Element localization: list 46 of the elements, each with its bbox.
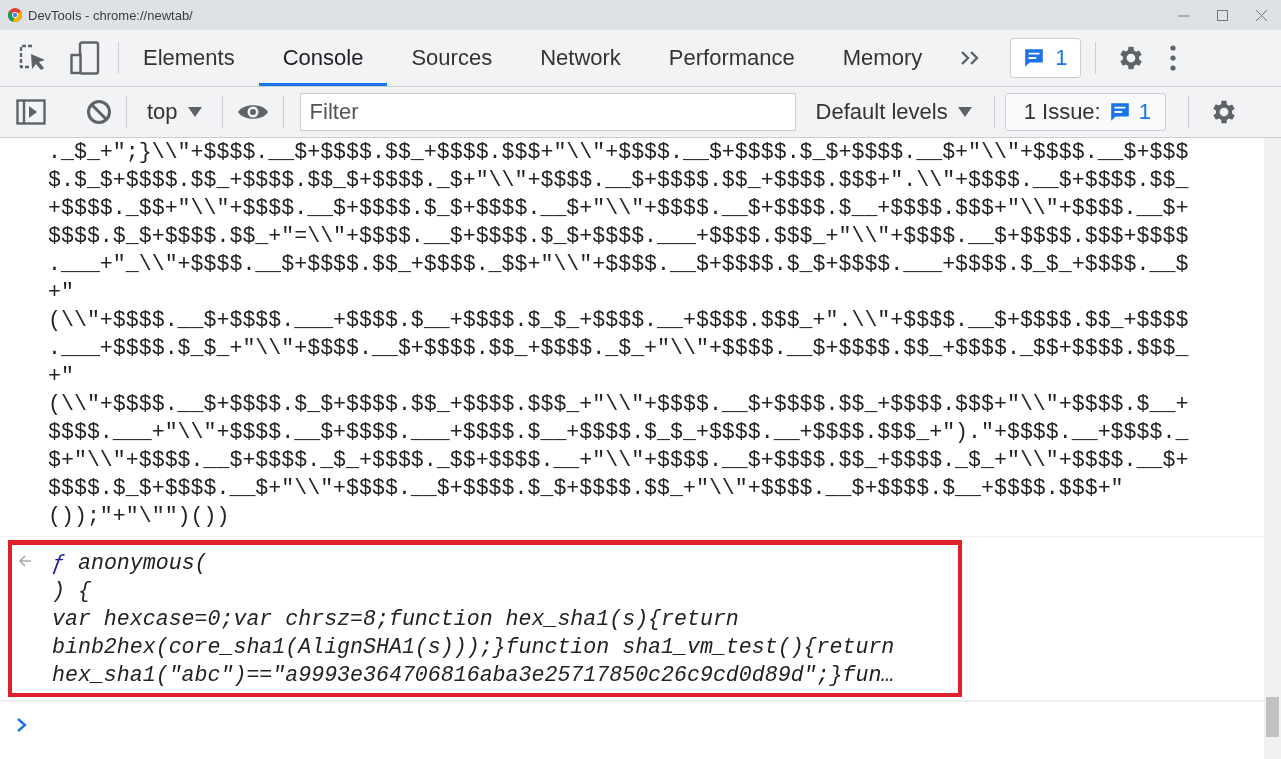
caret-icon bbox=[187, 107, 202, 117]
panel-tab[interactable]: Memory bbox=[818, 30, 947, 86]
console-log-line: +" bbox=[48, 363, 74, 390]
panel-tab[interactable]: Network bbox=[516, 30, 645, 86]
console-log-line: .___+$$$$.$_$_+"\\"+$$$$.__$+$$$$.$$_+$$$$._$_+"\\"+$$$$.__$+$$$$.$$_+$$$$._$$+$$$$.$$$_ bbox=[48, 335, 1189, 362]
result-code-line: ) { bbox=[52, 579, 91, 603]
result-code-line: hex_sha1("abc")=="a9993e364706816aba3e25717850c26c9cd0d89d";}fun… bbox=[52, 663, 895, 687]
browser-logo-icon bbox=[8, 8, 22, 22]
caret-icon bbox=[957, 107, 972, 117]
result-code-line: anonymous( bbox=[77, 551, 208, 575]
close-icon[interactable] bbox=[1256, 9, 1267, 21]
console-log-line: (\\"+$$$$.__$+$$$$.$_$+$$$$.$$_+$$$$.$$$_+"\\"+$$$$.__$+$$$$.$$_+$$$$.$$$+"\\"+$$$$.$__+ bbox=[48, 391, 1189, 418]
result-arrow-icon bbox=[18, 555, 32, 567]
window-title: DevTools - chrome://newtab/ bbox=[28, 7, 194, 23]
more-tabs-icon[interactable] bbox=[960, 50, 981, 66]
more-options-icon[interactable] bbox=[1169, 45, 1176, 71]
console-log-line: $$$$.$_$+$$$$.__$+"\\"+$$$$.__$+$$$$.$_$+$$$$.$$_+"\\"+$$$$.__$+$$$$.$__+$$$$.$$$+" bbox=[48, 475, 1124, 502]
prompt-chevron-icon[interactable] bbox=[16, 718, 28, 732]
levels-dropdown[interactable]: Default levels bbox=[809, 99, 978, 125]
scrollbar[interactable] bbox=[1264, 138, 1281, 759]
console-log-line: ._$_+";}\\"+$$$$.__$+$$$$.$$_+$$$$.$$$+"\\"+$$$$.__$+$$$$.$_$+$$$$.__$+"\\"+$$$$.__$+$$$ bbox=[48, 139, 1189, 166]
sidebar-toggle-icon[interactable] bbox=[16, 99, 46, 125]
console-log-line: $$$$.$_$+$$$$.$$_+"=\\"+$$$$.__$+$$$$.$_$+$$$$.___+$$$$.$$$_+"\\"+$$$$.__$+$$$$.$$$+$$$$ bbox=[48, 223, 1189, 250]
message-icon bbox=[1108, 101, 1131, 123]
console-log-line: $+"\\"+$$$$.__$+$$$$._$_+$$$$._$$+$$$$.__+"\\"+$$$$.__$+$$$$.$$_+$$$$._$_+"\\"+$$$$.__$+ bbox=[48, 447, 1189, 474]
issues-button[interactable]: 1 Issue: 1 bbox=[1004, 93, 1166, 131]
console-log-line: +" bbox=[48, 279, 74, 306]
result-code-line: binb2hex(core_sha1(AlignSHA1(s)));}function sha1_vm_test(){return bbox=[52, 635, 895, 659]
console-log-line: (\\"+$$$$.__$+$$$$.___+$$$$.$__+$$$$.$_$_+$$$$.__+$$$$.$$$_+".\\"+$$$$.__$+$$$$.$$_+$$$$ bbox=[48, 307, 1189, 334]
maximize-icon[interactable] bbox=[1217, 9, 1228, 21]
panel-tab[interactable]: Elements bbox=[119, 30, 259, 86]
function-keyword: ƒ bbox=[52, 551, 65, 575]
console-log-line: $$$$.___+"\\"+$$$$.__$+$$$$.___+$$$$.$__+$$$$.$_$_+$$$$.__+$$$$.$$$_+")."+$$$$.__+$$$$._ bbox=[48, 419, 1189, 446]
result-code-line: var hexcase=0;var chrsz=8;function hex_sha1(s){return bbox=[52, 607, 739, 631]
clear-console-icon[interactable] bbox=[86, 99, 112, 125]
console-log-line: +$$$$._$$+"\\"+$$$$.__$+$$$$.$_$+$$$$.__$+"\\"+$$$$.__$+$$$$.$__+$$$$.$$$+"\\"+$$$$.__$+ bbox=[48, 195, 1189, 222]
console-log-line: $.$_$+$$$$.$$_+$$$$.$$_$+$$$$._$+"\\"+$$$$.__$+$$$$.$$_+$$$$.$$$+".\\"+$$$$.__$+$$$$.$$_ bbox=[48, 167, 1189, 194]
message-icon bbox=[1023, 47, 1046, 69]
console-log-line: ());"+"\"")()) bbox=[48, 503, 230, 530]
filter-field[interactable]: Filter bbox=[299, 93, 796, 131]
panel-tab[interactable]: Sources bbox=[387, 30, 517, 86]
messages-badge[interactable]: 1 bbox=[1010, 38, 1081, 78]
device-toolbar-icon[interactable] bbox=[70, 41, 100, 75]
panel-tab[interactable]: Performance bbox=[644, 30, 819, 86]
console-log-line: .___+"_\\"+$$$$.__$+$$$$.$$_+$$$$._$$+"\\"+$$$$.__$+$$$$.$_$+$$$$.___+$$$$.$_$_+$$$$.__$ bbox=[48, 251, 1189, 278]
context-dropdown[interactable]: top bbox=[141, 99, 208, 125]
